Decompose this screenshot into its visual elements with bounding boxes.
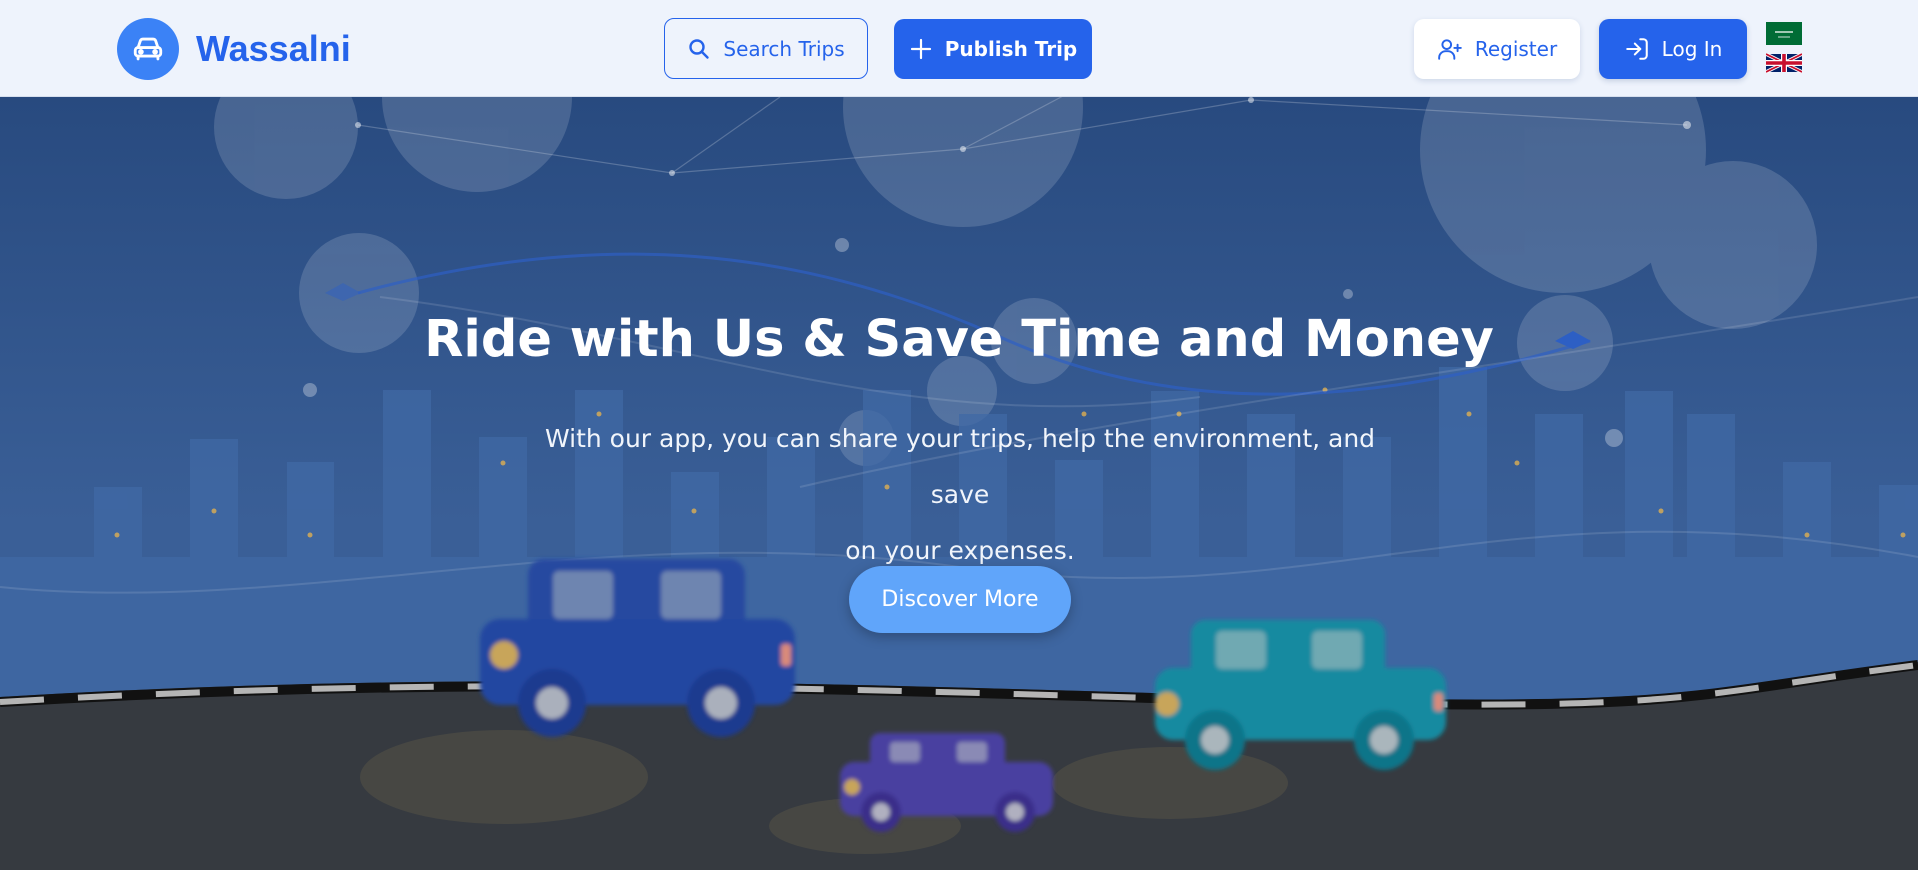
top-navbar: Wassalni Search Trips Publish Trip Regis… xyxy=(0,0,1918,97)
publish-trip-label: Publish Trip xyxy=(944,37,1078,61)
hero-subtitle: With our app, you can share your trips, … xyxy=(520,411,1400,579)
publish-trip-button[interactable]: Publish Trip xyxy=(894,19,1092,79)
discover-more-button[interactable]: Discover More xyxy=(849,566,1071,633)
search-trips-button[interactable]: Search Trips xyxy=(664,18,868,79)
plus-icon xyxy=(910,38,931,60)
user-plus-icon xyxy=(1438,39,1462,60)
register-label: Register xyxy=(1474,37,1558,61)
logo-car-icon[interactable] xyxy=(117,18,179,80)
login-label: Log In xyxy=(1661,37,1723,61)
search-icon xyxy=(689,38,710,59)
login-button[interactable]: Log In xyxy=(1599,19,1747,79)
hero-section: Ride with Us & Save Time and Money With … xyxy=(0,97,1918,870)
register-button[interactable]: Register xyxy=(1414,19,1580,79)
arabic-flag-icon[interactable] xyxy=(1766,22,1802,45)
brand-name[interactable]: Wassalni xyxy=(196,27,351,71)
login-icon xyxy=(1625,38,1648,60)
english-flag-icon[interactable] xyxy=(1765,52,1803,74)
search-trips-label: Search Trips xyxy=(723,36,845,61)
hero-title: Ride with Us & Save Time and Money xyxy=(424,310,1494,369)
hero-subtitle-line-1: With our app, you can share your trips, … xyxy=(544,424,1376,509)
